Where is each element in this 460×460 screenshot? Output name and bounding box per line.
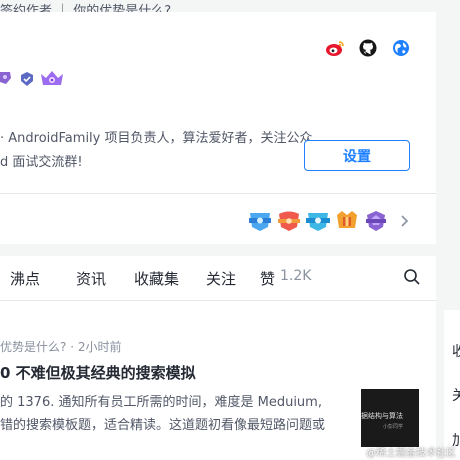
settings-button[interactable]: 设置 — [304, 140, 410, 171]
tab-collections[interactable]: 收藏集 — [134, 268, 179, 289]
tab-following[interactable]: 关注 — [206, 268, 236, 289]
website-icon[interactable] — [391, 38, 411, 58]
crown-badge-icon — [41, 71, 63, 85]
feed-item-title[interactable]: 0 不难但极其经典的搜索模拟 — [0, 362, 196, 383]
feed-item-excerpt-line: 错的搜索模板题，适合精读。这道题初看像最短路问题或 — [0, 418, 326, 433]
feed-meta-time: 2小时前 — [77, 340, 122, 354]
feed-meta-tag[interactable]: 优势是什么? — [0, 340, 66, 354]
thumbnail-title: 据结构与算法 — [361, 412, 403, 420]
feed-item-excerpt-line: 的 1376. 通知所有员工所需的时间，难度是 Meduium, — [0, 395, 322, 410]
bio-line-continued: d 面试交流群! — [0, 155, 83, 170]
search-icon[interactable] — [403, 268, 421, 286]
honor-badge-icon[interactable] — [363, 209, 389, 233]
tab-news[interactable]: 资讯 — [76, 268, 106, 289]
feed-item-thumbnail[interactable]: 据结构与算法 小彭同学 — [361, 389, 419, 447]
profile-divider — [0, 193, 436, 194]
weibo-icon[interactable] — [325, 38, 345, 58]
feed-item-meta: 优势是什么? · 2小时前 — [0, 340, 122, 354]
bio-line: · AndroidFamily 项目负责人，算法爱好者，关注公众 — [0, 131, 313, 146]
watermark: @稀土掘金技术社区 — [366, 448, 456, 459]
chevron-right-icon[interactable] — [398, 212, 412, 230]
sidebar-item-following[interactable]: 关 — [452, 385, 460, 405]
level-badge-icon — [0, 72, 11, 84]
tab-likes[interactable]: 赞 — [260, 268, 275, 289]
honor-badge-icon[interactable] — [305, 209, 331, 233]
tab-pins[interactable]: 沸点 — [10, 268, 40, 289]
verified-badge-icon — [21, 72, 33, 86]
honor-badge-icon[interactable] — [247, 209, 273, 233]
likes-count: 1.2K — [280, 268, 312, 284]
tabs-divider — [0, 300, 436, 301]
bio-text: AndroidFamily 项目负责人，算法爱好者，关注公众 — [8, 131, 313, 146]
honor-badge-icon[interactable] — [334, 209, 360, 233]
sidebar-item-collections[interactable]: 收 — [452, 341, 460, 361]
github-icon[interactable] — [358, 38, 378, 58]
thumbnail-subtitle: 小彭同学 — [383, 424, 404, 430]
honor-badge-icon[interactable] — [276, 209, 302, 233]
